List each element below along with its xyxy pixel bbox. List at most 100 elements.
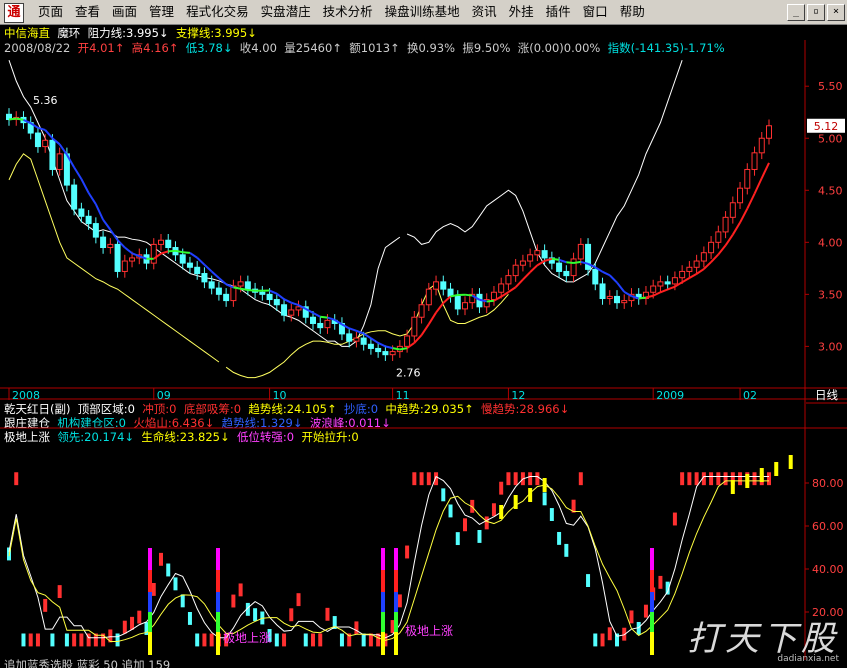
trend-line-segment <box>638 296 647 300</box>
candle-body <box>223 293 230 302</box>
signal-column-3 <box>394 592 398 612</box>
candle-body <box>288 309 295 316</box>
candle-body <box>34 132 41 148</box>
candle-body <box>534 250 541 256</box>
trend-line-segment <box>385 345 393 350</box>
signal-column-0 <box>148 632 152 655</box>
signal-column-4 <box>650 592 654 612</box>
trend-line-segment <box>182 251 191 254</box>
candle-body <box>766 125 772 139</box>
sub-tick-label-0: 80.00 <box>812 477 844 490</box>
candle-body <box>121 260 128 272</box>
candle-body <box>317 322 324 329</box>
trend-line-segment <box>529 264 539 273</box>
candle-body <box>208 281 215 289</box>
trend-line-segment <box>746 193 756 210</box>
annotation-1: 极地上涨 <box>223 630 271 645</box>
trend-line-segment <box>522 271 531 281</box>
trend-line-segment <box>102 219 112 231</box>
candle-body <box>729 202 736 218</box>
signal-column-2 <box>381 612 385 632</box>
candle-body <box>527 254 534 262</box>
trend-line-segment <box>696 268 705 275</box>
trend-line-segment <box>233 286 241 290</box>
candle-body <box>563 270 570 277</box>
candle-body <box>462 302 468 310</box>
trend-line-segment <box>602 270 611 277</box>
candle-body <box>404 335 411 347</box>
trend-line-segment <box>240 287 249 291</box>
candle-body <box>324 319 331 329</box>
bollinger-upper-early <box>8 60 401 347</box>
trend-line-segment <box>739 208 749 224</box>
signal-column-4 <box>650 570 654 592</box>
candle-body <box>592 268 599 285</box>
candle-body <box>179 254 186 264</box>
candle-body <box>614 295 620 304</box>
trend-line-segment <box>312 312 321 318</box>
signal-column-3 <box>394 632 398 655</box>
signal-column-0 <box>148 592 152 612</box>
candle-body <box>411 316 418 337</box>
trend-line-segment <box>731 222 741 236</box>
candle-body <box>310 316 316 324</box>
candle-body <box>71 184 78 210</box>
chart-canvas[interactable]: 5.50 5.00 4.50 4.00 3.50 3.00 5.12 2008 09 10 11 12… <box>0 0 847 668</box>
trend-line-segment <box>724 234 734 246</box>
candle-body <box>693 260 700 268</box>
candle-body <box>425 288 432 306</box>
candle-body <box>259 291 266 295</box>
trend-line-segment <box>392 347 401 351</box>
trend-line-segment <box>652 291 661 297</box>
trend-line-segment <box>450 294 458 298</box>
trend-line-segment <box>327 316 336 321</box>
top-signal-mark-0 <box>499 505 504 519</box>
candle-body <box>158 239 164 245</box>
candle-body <box>353 337 360 342</box>
sub-tick-label-2: 40.00 <box>812 563 844 576</box>
trend-line-segment <box>203 263 213 273</box>
candle-body <box>100 236 107 249</box>
candle-body <box>165 239 172 249</box>
trend-line-segment <box>616 281 626 293</box>
signal-column-3 <box>394 570 398 592</box>
candle-body <box>186 262 193 268</box>
trend-line-segment <box>290 301 299 307</box>
candle-body <box>295 306 302 311</box>
candle-body <box>737 187 744 204</box>
signal-column-4 <box>650 612 654 632</box>
high-marker-label: 5.36 <box>33 94 58 107</box>
trend-line-segment <box>370 337 379 344</box>
candle-body <box>679 270 686 279</box>
candle-body <box>129 257 136 262</box>
candle-body <box>114 243 121 272</box>
trend-line-segment <box>558 258 567 264</box>
candle-body <box>621 300 628 304</box>
period-label[interactable]: 日线 <box>806 388 847 403</box>
x-tick-label-0: 2008 <box>12 389 40 402</box>
signal-column-2 <box>381 548 385 570</box>
candle-body <box>570 258 577 277</box>
trend-line-segment <box>399 347 408 351</box>
trend-line-segment <box>514 278 524 288</box>
signal-column-1 <box>216 548 220 570</box>
trend-line-segment <box>435 302 445 314</box>
signal-column-4 <box>650 548 654 570</box>
trend-line-segment <box>442 295 452 304</box>
signal-column-0 <box>148 548 152 570</box>
x-tick-label-4: 12 <box>511 389 525 402</box>
trend-line-segment <box>753 177 763 195</box>
candle-body <box>490 291 497 301</box>
sub-tick-label-1: 60.00 <box>812 520 844 533</box>
watermark-text: 打天下股 <box>687 619 839 659</box>
trend-line-segment <box>283 298 292 304</box>
candle-body <box>708 241 715 254</box>
candle-body <box>346 333 353 342</box>
trend-line-segment <box>320 315 328 319</box>
trend-line-segment <box>175 249 183 254</box>
candle-body <box>440 281 447 290</box>
candle-body <box>389 351 396 356</box>
top-signal-mark-1 <box>513 495 518 509</box>
trend-line-segment <box>703 261 712 270</box>
trend-line-segment <box>486 299 495 303</box>
